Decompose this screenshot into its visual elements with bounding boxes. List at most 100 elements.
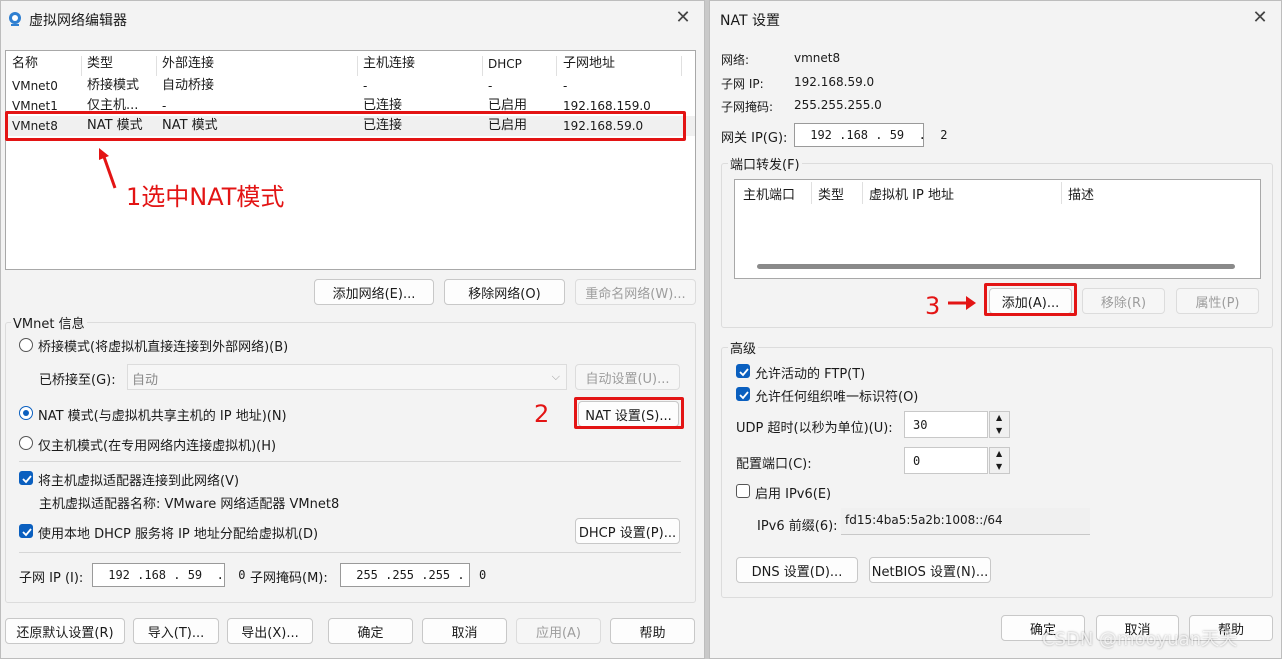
chevron-down-icon: ⌵: [551, 370, 560, 383]
dns-settings-button[interactable]: DNS 设置(D)...: [736, 557, 858, 583]
col-vm-ip[interactable]: 虚拟机 IP 地址: [869, 184, 954, 203]
row-type: 桥接模式: [87, 78, 140, 93]
table-row[interactable]: VMnet1 仅主机... - 已连接 已启用 192.168.159.0: [6, 96, 695, 112]
spin-down-icon[interactable]: ▼: [996, 462, 1002, 471]
config-port-label: 配置端口(C):: [736, 457, 812, 472]
row-host: 已连接: [363, 98, 403, 112]
annotation-box-add: [984, 283, 1077, 316]
col-type[interactable]: 类型: [818, 184, 844, 203]
properties-button[interactable]: 属性(P): [1176, 288, 1259, 314]
config-port-field[interactable]: 0: [904, 447, 988, 474]
remove-port-button[interactable]: 移除(R): [1082, 288, 1165, 314]
export-button[interactable]: 导出(X)...: [227, 618, 313, 644]
allow-oui-label[interactable]: 允许任何组织唯一标识符(O): [755, 386, 918, 405]
annotation-box-nat-settings: [574, 397, 684, 429]
table-row[interactable]: VMnet0 桥接模式 自动桥接 - - -: [6, 76, 695, 96]
ipv6-prefix-value: fd15:4ba5:5a2b:1008::/64: [845, 513, 1003, 527]
annotation-arrow-icon: [99, 148, 117, 189]
table-header: 名称 类型 外部连接 主机连接 DHCP 子网地址: [6, 54, 695, 76]
close-icon[interactable]: ✕: [1251, 9, 1269, 27]
bridge-radio-label[interactable]: 桥接模式(将虚拟机直接连接到外部网络)(B): [38, 336, 288, 355]
netbios-settings-button[interactable]: NetBIOS 设置(N)...: [869, 557, 991, 583]
udp-timeout-label: UDP 超时(以秒为单位)(U):: [736, 421, 893, 436]
row-name: VMnet1: [12, 99, 58, 112]
row-host: -: [363, 79, 368, 93]
title-bar: NAT 设置 ✕: [710, 1, 1281, 37]
subnet-mask-field[interactable]: 255 .255 .255 . 0: [340, 563, 486, 587]
annotation-1-text: 1选中NAT模式: [126, 183, 285, 211]
restore-defaults-button[interactable]: 还原默认设置(R): [5, 618, 125, 644]
bridge-radio[interactable]: [19, 338, 33, 352]
config-port-spinner[interactable]: ▲ ▼: [989, 447, 1010, 474]
app-icon: [7, 11, 23, 27]
bridged-to-select[interactable]: 自动 ⌵: [127, 364, 567, 390]
allow-ftp-checkbox[interactable]: [736, 364, 750, 378]
port-forward-label: 端口转发(F): [728, 154, 802, 173]
horizontal-scrollbar[interactable]: [757, 264, 1235, 269]
annotation-arrow-icon: [948, 296, 976, 310]
udp-spinner[interactable]: ▲ ▼: [989, 411, 1010, 438]
connect-adapter-label[interactable]: 将主机虚拟适配器连接到此网络(V): [38, 470, 239, 489]
import-button[interactable]: 导入(T)...: [133, 618, 219, 644]
port-forward-list[interactable]: 主机端口 类型 虚拟机 IP 地址 描述: [734, 179, 1261, 279]
hostonly-radio[interactable]: [19, 436, 33, 450]
col-dhcp[interactable]: DHCP: [488, 54, 522, 74]
network-label: 网络:: [721, 53, 750, 67]
row-external: -: [162, 99, 167, 112]
udp-timeout-field[interactable]: 30: [904, 411, 988, 438]
row-dhcp: 已启用: [488, 98, 528, 112]
hostonly-radio-label[interactable]: 仅主机模式(在专用网络内连接虚拟机)(H): [38, 435, 276, 454]
row-type: 仅主机...: [87, 98, 139, 112]
nat-radio[interactable]: [19, 406, 33, 420]
col-subnet[interactable]: 子网地址: [563, 54, 615, 74]
nat-radio-label[interactable]: NAT 模式(与虚拟机共享主机的 IP 地址)(N): [38, 405, 287, 424]
row-name: VMnet0: [12, 79, 58, 93]
col-host[interactable]: 主机连接: [363, 54, 415, 74]
enable-ipv6-label[interactable]: 启用 IPv6(E): [755, 483, 831, 502]
annotation-box-vmnet8: [5, 111, 686, 141]
enable-ipv6-checkbox[interactable]: [736, 484, 750, 498]
use-dhcp-label[interactable]: 使用本地 DHCP 服务将 IP 地址分配给虚拟机(D): [38, 523, 318, 542]
spin-up-icon[interactable]: ▲: [996, 413, 1002, 422]
cancel-button[interactable]: 取消: [422, 618, 507, 644]
col-description[interactable]: 描述: [1068, 184, 1094, 203]
spin-up-icon[interactable]: ▲: [996, 449, 1002, 458]
dhcp-settings-button[interactable]: DHCP 设置(P)...: [575, 518, 680, 544]
auto-settings-button[interactable]: 自动设置(U)...: [575, 364, 680, 390]
divider: [19, 552, 681, 553]
window-title: NAT 设置: [720, 13, 780, 29]
gateway-label: 网关 IP(G):: [721, 131, 788, 146]
ipv6-prefix-field[interactable]: fd15:4ba5:5a2b:1008::/64: [841, 508, 1090, 535]
subnet-mask-value: 255.255.255.0: [794, 98, 882, 112]
ipv6-prefix-label: IPv6 前缀(6):: [757, 519, 838, 534]
annotation-3-text: 3: [925, 292, 941, 320]
use-dhcp-checkbox[interactable]: [19, 524, 33, 538]
col-host-port[interactable]: 主机端口: [743, 184, 795, 203]
allow-oui-checkbox[interactable]: [736, 387, 750, 401]
divider: [19, 461, 681, 462]
col-type[interactable]: 类型: [87, 54, 113, 74]
connect-adapter-checkbox[interactable]: [19, 471, 33, 485]
help-button[interactable]: 帮助: [610, 618, 695, 644]
remove-network-button[interactable]: 移除网络(O): [444, 279, 565, 305]
gateway-field[interactable]: 192 .168 . 59 . 2: [794, 123, 948, 147]
virtual-network-editor-window: 虚拟网络编辑器 ✕ 名称 类型 外部连接 主机连接 DHCP 子网地址 VMne…: [0, 0, 705, 659]
col-name[interactable]: 名称: [12, 54, 38, 74]
add-network-button[interactable]: 添加网络(E)...: [314, 279, 434, 305]
adapter-name-text: 主机虚拟适配器名称: VMware 网络适配器 VMnet8: [39, 497, 340, 512]
close-icon[interactable]: ✕: [674, 9, 692, 27]
network-value: vmnet8: [794, 51, 841, 65]
row-external: 自动桥接: [162, 78, 215, 93]
row-subnet: -: [563, 79, 568, 93]
apply-button[interactable]: 应用(A): [516, 618, 601, 644]
ok-button[interactable]: 确定: [328, 618, 413, 644]
col-external[interactable]: 外部连接: [162, 54, 214, 74]
row-subnet: 192.168.159.0: [563, 99, 651, 112]
allow-ftp-label[interactable]: 允许活动的 FTP(T): [755, 363, 865, 382]
row-dhcp: -: [488, 79, 493, 93]
subnet-ip-label: 子网 IP:: [721, 77, 764, 91]
subnet-ip-value: 192.168.59.0: [794, 75, 875, 89]
spin-down-icon[interactable]: ▼: [996, 426, 1002, 435]
subnet-ip-field[interactable]: 192 .168 . 59 . 0: [92, 563, 246, 587]
rename-network-button[interactable]: 重命名网络(W)...: [575, 279, 696, 305]
